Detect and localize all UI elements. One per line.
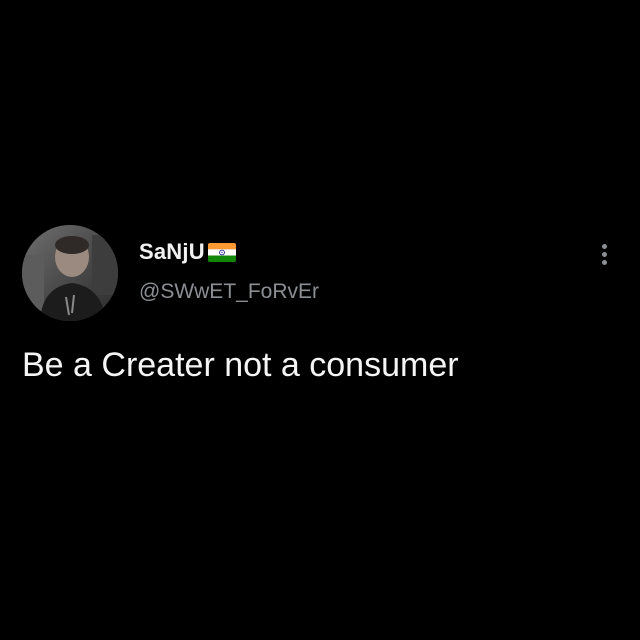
avatar-photo bbox=[22, 225, 118, 321]
more-vertical-icon bbox=[601, 259, 607, 265]
username-handle[interactable]: @SWwET_FoRvEr bbox=[139, 280, 319, 304]
more-vertical-icon bbox=[601, 251, 607, 257]
india-flag-icon bbox=[207, 242, 236, 262]
author-name-row[interactable]: SaNjU bbox=[139, 238, 236, 266]
tweet-card: SaNjU @SWwET_FoRvEr Be a Creater not a c… bbox=[0, 0, 640, 640]
more-vertical-icon bbox=[601, 243, 607, 249]
avatar[interactable] bbox=[22, 225, 118, 321]
display-name[interactable]: SaNjU bbox=[139, 239, 205, 265]
more-options-button[interactable] bbox=[595, 240, 613, 268]
tweet-text: Be a Creater not a consumer bbox=[22, 346, 459, 384]
